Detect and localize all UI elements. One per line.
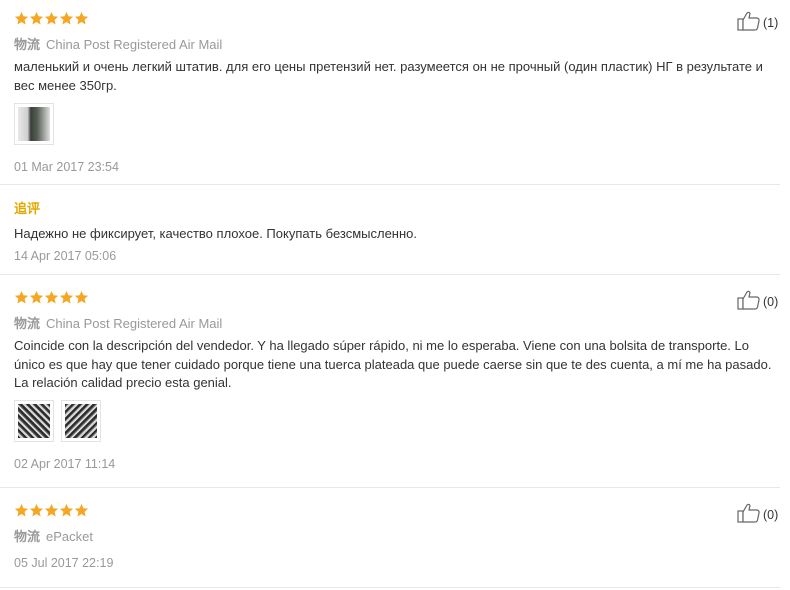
- review-date: 05 Jul 2017 22:19: [14, 556, 114, 570]
- like-count: (1): [763, 15, 779, 30]
- photo-image: [18, 404, 50, 438]
- review-photo-thumbnail[interactable]: [61, 400, 101, 442]
- shipping-info: 物流 ePacket: [14, 526, 93, 545]
- divider: [0, 487, 780, 488]
- star-icon: [14, 290, 29, 305]
- star-icon: [74, 11, 89, 26]
- followup-date: 14 Apr 2017 05:06: [14, 249, 117, 263]
- like-button[interactable]: (0): [737, 290, 778, 313]
- review-text: Coincide con la descripción del vendedor…: [14, 338, 772, 390]
- shipping-info: 物流 China Post Registered Air Mail: [14, 313, 222, 332]
- shipping-info: 物流 China Post Registered Air Mail: [14, 34, 222, 53]
- star-icon: [59, 290, 74, 305]
- thumbs-up-icon: [737, 290, 761, 313]
- like-count: (0): [763, 507, 779, 522]
- review-date: 02 Apr 2017 11:14: [14, 457, 116, 471]
- review-photo-thumbnail[interactable]: [14, 400, 54, 442]
- star-rating: [14, 290, 89, 305]
- logistics-label: 物流: [14, 38, 41, 53]
- thumbs-up-icon: [737, 503, 761, 526]
- review-photo-thumbnail[interactable]: [14, 103, 54, 145]
- shipping-method: China Post Registered Air Mail: [46, 37, 223, 52]
- logistics-label: 物流: [14, 317, 41, 332]
- divider: [0, 274, 780, 275]
- logistics-label: 物流: [14, 530, 41, 545]
- star-icon: [29, 503, 44, 518]
- star-icon: [74, 290, 89, 305]
- followup-text: Надежно не фиксирует, качество плохое. П…: [14, 226, 418, 241]
- photo-image: [18, 107, 50, 141]
- like-count: (0): [763, 294, 779, 309]
- star-icon: [59, 11, 74, 26]
- followup-label: 追评: [14, 202, 41, 217]
- star-icon: [14, 11, 29, 26]
- divider: [0, 587, 780, 588]
- thumbs-up-icon: [737, 11, 761, 34]
- star-icon: [44, 290, 59, 305]
- star-rating: [14, 11, 89, 26]
- shipping-method: ePacket: [46, 529, 93, 544]
- shipping-method: China Post Registered Air Mail: [46, 316, 223, 331]
- review-text: маленький и очень легкий штатив. для его…: [14, 59, 763, 93]
- review-date: 01 Mar 2017 23:54: [14, 160, 119, 174]
- star-icon: [44, 11, 59, 26]
- star-icon: [44, 503, 59, 518]
- star-icon: [29, 290, 44, 305]
- star-icon: [14, 503, 29, 518]
- star-icon: [29, 11, 44, 26]
- star-rating: [14, 503, 89, 518]
- like-button[interactable]: (1): [737, 11, 778, 34]
- star-icon: [74, 503, 89, 518]
- like-button[interactable]: (0): [737, 503, 778, 526]
- star-icon: [59, 503, 74, 518]
- photo-image: [65, 404, 97, 438]
- divider: [0, 184, 780, 185]
